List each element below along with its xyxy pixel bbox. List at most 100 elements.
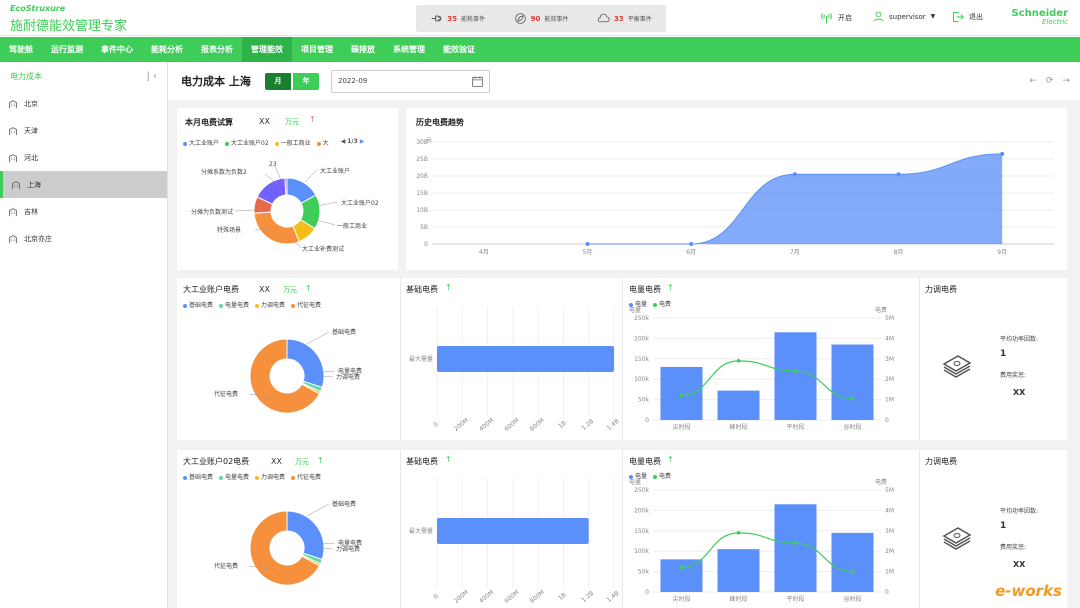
nav-item[interactable]: 能耗分析	[142, 37, 192, 62]
nav-item[interactable]: 能效验证	[434, 37, 484, 62]
nav-item[interactable]: 碳排放	[342, 37, 384, 62]
y-tick-label: 250k	[634, 487, 649, 494]
sidebar-title: 电力成本	[10, 71, 42, 81]
account1-row: 大工业账户电费 XX 万元 ↑ 基础电费 电量电费 力调电费 代征电费 基础电费 电量电…	[177, 278, 1067, 440]
main-nav: 驾驶舱 运行监测 事件中心 能耗分析 报表分析 管理能效 项目管理 碳排放 系统管理 能效验证	[0, 37, 1080, 62]
y2-tick-label: 4M	[885, 507, 894, 514]
y-axis-title: 电费	[875, 478, 887, 486]
month-toggle[interactable]: 月	[265, 73, 291, 90]
y-axis-title: 电费	[875, 306, 887, 314]
account-title: 大工业账户电费	[183, 285, 239, 294]
user-menu[interactable]: supervisor ▼	[873, 11, 935, 22]
building-icon	[9, 234, 17, 243]
sidebar-item[interactable]: 河北	[0, 144, 167, 171]
pie-slice	[253, 211, 300, 245]
sidebar-item-label: 天津	[24, 126, 38, 135]
main-content: 电力成本 上海 月 年 2022-09 ← ⟳ → 本月电费试算 XX 万元 ↑…	[168, 62, 1080, 608]
collapse-sidebar-button[interactable]: | ‹	[146, 71, 157, 82]
y2-tick-label: 2M	[885, 548, 894, 555]
y2-tick-label: 5M	[885, 487, 894, 494]
sidebar-item-label: 北京	[24, 99, 38, 108]
nav-item[interactable]: 系统管理	[384, 37, 434, 62]
sidebar-item-label: 河北	[24, 153, 38, 162]
nav-item[interactable]: 管理能效	[242, 37, 292, 62]
reward-value: XX	[1013, 560, 1026, 569]
open-button[interactable]: 开启	[820, 11, 852, 24]
logout-button[interactable]: 退出	[952, 11, 983, 23]
year-toggle[interactable]: 年	[293, 73, 319, 90]
date-picker[interactable]: 2022-09	[331, 70, 490, 93]
nav-item[interactable]: 运行监测	[42, 37, 92, 62]
y2-tick-label: 0	[885, 589, 889, 596]
bar	[774, 332, 817, 420]
legend-item[interactable]: 大工业账户02	[225, 138, 269, 147]
series-line	[681, 360, 853, 400]
nav-item[interactable]: 驾驶舱	[0, 37, 42, 62]
sidebar-item[interactable]: 上海	[0, 171, 167, 198]
eworks-watermark: e-works	[995, 582, 1062, 600]
event-label: 能耗事件	[461, 16, 486, 23]
card-title: 本月电费试算	[185, 118, 233, 127]
reward-value: XX	[1013, 388, 1026, 397]
sidebar-item[interactable]: 吉林	[0, 198, 167, 225]
data-point	[792, 172, 797, 177]
bar	[437, 346, 614, 372]
building-icon	[9, 99, 17, 108]
monthly-value: XX	[259, 117, 270, 126]
refresh-icon[interactable]: ⟳	[1046, 76, 1054, 86]
app-root: EcoStruxure 施耐德能效管理专家 35 能耗事件 90 能效事件 33…	[0, 0, 1080, 608]
power-fee-title: 力调电费	[925, 285, 957, 294]
brand-subname: Electric	[1042, 18, 1068, 26]
x-tick-label: 7月	[790, 249, 800, 256]
pie-label: 分摊为负数测试	[191, 208, 233, 216]
data-point	[679, 393, 684, 398]
bar	[831, 344, 874, 420]
sidebar-item[interactable]: 北京	[0, 90, 167, 117]
account-unit: 万元	[283, 286, 297, 294]
sidebar-item-label: 北京亦庄	[24, 234, 52, 243]
x-tick-label: 5月	[583, 249, 593, 256]
energy-fee-title: 电量电费	[629, 285, 661, 294]
event-count: 33	[613, 14, 624, 23]
y-category-label: 最大需量	[409, 355, 433, 363]
leader-line	[234, 209, 256, 212]
y-tick-label: 200k	[634, 507, 649, 514]
monthly-pie-chart: 分摊系数为负数2 大工业账户大工业账户02 一般工商业 分摊为负数测试特殊场景大工业补…	[191, 161, 379, 253]
x-tick-label: 1.4B	[606, 590, 621, 604]
building-icon	[12, 180, 20, 189]
sidebar-item[interactable]: 天津	[0, 117, 167, 144]
pie-label: 分摊系数为负数2	[201, 168, 247, 176]
pager-next-icon[interactable]: ▶	[360, 138, 365, 145]
page-title: 电力成本 上海	[181, 75, 251, 88]
y2-tick-label: 3M	[885, 528, 894, 535]
arrow-right-icon[interactable]: →	[1062, 76, 1070, 86]
nav-item[interactable]: 项目管理	[292, 37, 342, 62]
sidebar-item[interactable]: 北京亦庄	[0, 225, 167, 252]
arrow-left-icon[interactable]: ←	[1029, 76, 1037, 86]
legend-item[interactable]: 大工业账户	[183, 138, 219, 147]
x-tick-label: 1B	[557, 592, 568, 602]
x-tick-label: 峰时段	[729, 595, 747, 603]
energy-event-counter[interactable]: 35 能耗事件	[416, 5, 499, 32]
nav-item[interactable]: 报表分析	[192, 37, 242, 62]
y2-tick-label: 2M	[885, 376, 894, 383]
event-label: 平衡事件	[627, 16, 652, 23]
nav-item[interactable]: 事件中心	[92, 37, 142, 62]
x-tick-label: 平时段	[786, 595, 804, 603]
event-summary: 35 能耗事件 90 能效事件 33 平衡事件	[416, 5, 666, 32]
event-count: 90	[530, 14, 541, 23]
power-factor-value: 1	[1000, 521, 1007, 531]
app-title: 施耐德能效管理专家	[10, 19, 128, 34]
legend-item[interactable]: 一般工商业	[275, 138, 311, 147]
chart-legend: 大工业账户 大工业账户02 一般工商业 大 ◀ 1/3 ▶	[183, 138, 364, 147]
legend-pager[interactable]: ◀ 1/3 ▶	[335, 138, 365, 147]
history-area-chart: 元05B10B15B20B25B30B4月 5月 6月 7月 8月 9月	[416, 137, 1054, 256]
efficiency-event-counter[interactable]: 90 能效事件	[499, 5, 582, 32]
x-tick-label: 0	[432, 593, 440, 601]
building-icon	[9, 153, 17, 162]
trend-up-icon: ↑	[445, 455, 452, 464]
balance-event-counter[interactable]: 33 平衡事件	[583, 5, 666, 32]
legend-item[interactable]: 大	[317, 138, 329, 147]
donut-label: 代征电费	[214, 562, 238, 570]
account-value: XX	[271, 457, 282, 466]
